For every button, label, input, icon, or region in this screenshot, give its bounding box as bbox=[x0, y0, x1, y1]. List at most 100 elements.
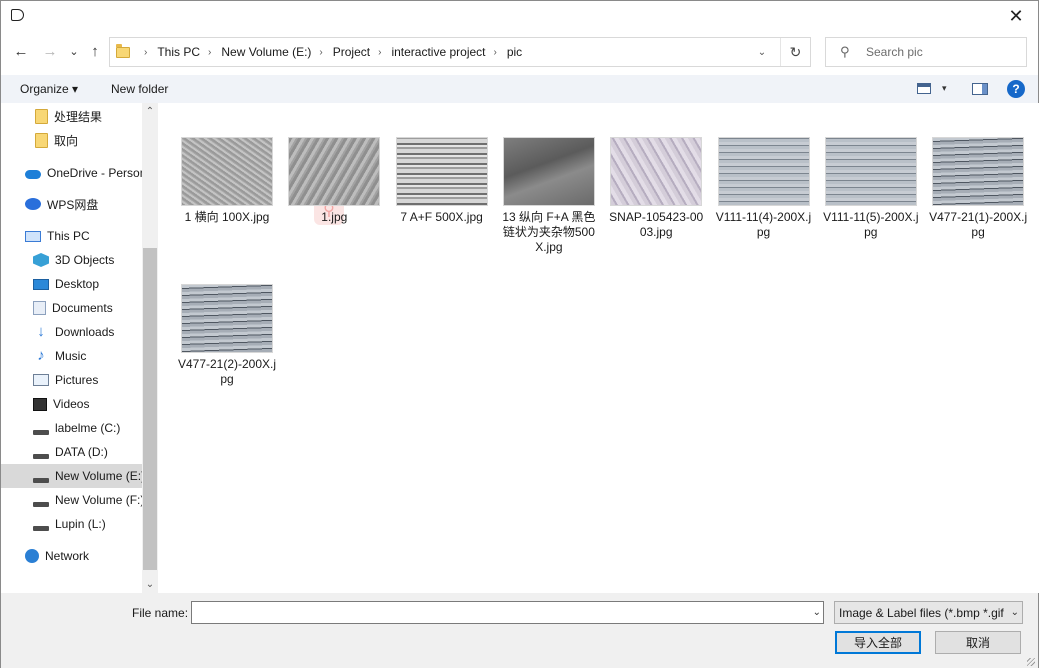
chevron-right-icon[interactable]: › bbox=[319, 47, 322, 58]
refresh-button[interactable]: ↻ bbox=[780, 38, 810, 66]
file-item[interactable]: V477-21(2)-200X.jpg bbox=[177, 284, 277, 387]
view-options-dropdown[interactable]: ▾ bbox=[942, 83, 947, 94]
sidebar-item-label: 取向 bbox=[54, 133, 79, 148]
sidebar-item-label: 处理结果 bbox=[54, 109, 103, 124]
sidebar-item[interactable]: DATA (D:) bbox=[1, 440, 142, 464]
file-type-dropdown-button[interactable]: ⌄ bbox=[1008, 607, 1019, 618]
sidebar-item[interactable]: OneDrive - Person bbox=[1, 161, 142, 185]
file-name-label: V477-21(1)-200X.jpg bbox=[929, 210, 1028, 239]
computer-icon bbox=[25, 230, 41, 242]
drive-icon bbox=[33, 429, 49, 435]
image-thumbnail bbox=[395, 137, 488, 206]
chevron-right-icon[interactable]: › bbox=[208, 47, 211, 58]
sidebar-item[interactable]: This PC bbox=[1, 224, 142, 248]
sidebar-item-label: New Volume (E:) bbox=[55, 469, 142, 483]
breadcrumb-item: › New Volume (E:) bbox=[200, 45, 311, 59]
file-item[interactable]: V111-11(4)-200X.jpg bbox=[714, 137, 814, 240]
file-name-dropdown-button[interactable]: ⌄ bbox=[813, 607, 821, 618]
breadcrumb-item: › pic bbox=[486, 45, 523, 59]
back-button[interactable]: ← bbox=[11, 41, 31, 61]
sidebar-item[interactable]: ↓ Downloads bbox=[1, 320, 142, 344]
breadcrumb-label[interactable]: New Volume (E:) bbox=[221, 45, 311, 59]
app-icon bbox=[11, 9, 24, 21]
file-item[interactable]: V477-21(1)-200X.jpg bbox=[928, 137, 1028, 240]
breadcrumb-label[interactable]: pic bbox=[507, 45, 522, 59]
file-name-label: 1.jpg bbox=[321, 210, 348, 224]
address-bar[interactable]: › This PC › New Volume (E:) › Project › interac… bbox=[109, 37, 811, 67]
drive-icon bbox=[33, 453, 49, 459]
sidebar-item[interactable]: Lupin (L:) bbox=[1, 512, 142, 536]
scroll-up-button[interactable]: ⌃ bbox=[142, 103, 158, 120]
close-button[interactable]: ✕ bbox=[994, 1, 1038, 31]
forward-button[interactable]: → bbox=[40, 41, 60, 61]
sidebar-item[interactable]: Desktop bbox=[1, 272, 142, 296]
help-icon[interactable]: ? bbox=[1007, 80, 1025, 98]
file-item[interactable]: 1 横向 100X.jpg bbox=[177, 137, 277, 225]
cancel-button[interactable]: 取消 bbox=[935, 631, 1021, 654]
organize-button[interactable]: Organize ▾ bbox=[20, 82, 78, 96]
up-button[interactable]: ↑ bbox=[85, 41, 105, 61]
sidebar-item-label: 3D Objects bbox=[55, 253, 115, 267]
sidebar-item[interactable]: Network bbox=[1, 544, 142, 568]
scroll-thumb[interactable] bbox=[143, 248, 157, 570]
navigation-scrollbar[interactable]: ⌃ ⌄ bbox=[142, 103, 158, 593]
drive-icon bbox=[33, 501, 49, 507]
download-icon: ↓ bbox=[37, 323, 45, 340]
file-name-input[interactable] bbox=[192, 602, 792, 623]
breadcrumb-label[interactable]: Project bbox=[333, 45, 370, 59]
search-box[interactable]: ⚲ bbox=[825, 37, 1027, 67]
sidebar-item-label: Desktop bbox=[55, 277, 100, 291]
file-type-filter[interactable]: Image & Label files (*.bmp *.gif ⌄ bbox=[834, 601, 1023, 624]
file-item[interactable]: 7 A+F 500X.jpg bbox=[392, 137, 492, 225]
sidebar-item-label: Music bbox=[55, 349, 87, 363]
sidebar-item[interactable]: ♪ Music bbox=[1, 344, 142, 368]
wps-cloud-icon bbox=[25, 198, 41, 210]
chevron-right-icon[interactable]: › bbox=[378, 47, 381, 58]
sidebar-item[interactable]: 3D Objects bbox=[1, 248, 142, 272]
scroll-down-button[interactable]: ⌄ bbox=[142, 576, 158, 593]
image-thumbnail bbox=[610, 137, 703, 206]
new-folder-button[interactable]: New folder bbox=[111, 82, 168, 96]
sidebar-item[interactable]: New Volume (F:) bbox=[1, 488, 142, 512]
network-icon bbox=[25, 549, 39, 563]
search-input[interactable] bbox=[866, 45, 1016, 59]
file-name-label: V111-11(5)-200X.jpg bbox=[823, 210, 919, 239]
dialog-footer: File name: ⌄ Image & Label files (*.bmp … bbox=[1, 593, 1038, 668]
breadcrumb: › This PC › New Volume (E:) › Project › interac… bbox=[136, 45, 522, 59]
file-item[interactable]: V111-11(5)-200X.jpg bbox=[821, 137, 921, 240]
navigation-pane: 处理结果取向 OneDrive - Person WPS网盘 This PC 3D Ob… bbox=[1, 103, 158, 593]
breadcrumb-label[interactable]: interactive project bbox=[391, 45, 485, 59]
command-bar: Organize ▾ New folder ▾ ? bbox=[1, 75, 1038, 103]
change-view-icon[interactable] bbox=[917, 83, 931, 94]
sidebar-item[interactable]: Documents bbox=[1, 296, 142, 320]
address-dropdown-button[interactable]: ⌄ bbox=[750, 38, 774, 66]
pictures-icon bbox=[33, 374, 49, 386]
sidebar-item-label: Pictures bbox=[55, 373, 99, 387]
chevron-right-icon[interactable]: › bbox=[494, 47, 497, 58]
recent-locations-button[interactable]: ⌄ bbox=[64, 41, 84, 61]
file-name-label: 7 A+F 500X.jpg bbox=[400, 210, 483, 224]
file-item[interactable]: 1.jpg bbox=[284, 137, 384, 225]
sidebar-item[interactable]: New Volume (E:) bbox=[1, 464, 142, 488]
file-name-label: 13 纵向 F+A 黑色链状为夹杂物500X.jpg bbox=[502, 210, 596, 254]
file-type-filter-label: Image & Label files (*.bmp *.gif bbox=[839, 605, 1004, 620]
file-item[interactable]: SNAP-105423-0003.jpg bbox=[606, 137, 706, 240]
sidebar-item[interactable]: Videos bbox=[1, 392, 142, 416]
sidebar-item[interactable]: WPS网盘 bbox=[1, 192, 142, 216]
sidebar-item[interactable]: Pictures bbox=[1, 368, 142, 392]
open-button[interactable]: 导入全部 bbox=[835, 631, 921, 654]
sidebar-item[interactable]: 取向 bbox=[1, 128, 142, 152]
file-name-label: V477-21(2)-200X.jpg bbox=[177, 357, 277, 386]
sidebar-item[interactable]: 处理结果 bbox=[1, 104, 142, 128]
cube-icon bbox=[33, 253, 49, 267]
sidebar-item-label: Lupin (L:) bbox=[55, 517, 106, 531]
drive-icon bbox=[33, 477, 49, 483]
file-name-combobox[interactable]: ⌄ bbox=[191, 601, 824, 624]
sidebar-item-label: This PC bbox=[47, 229, 90, 243]
resize-grip[interactable] bbox=[1027, 658, 1035, 666]
sidebar-item[interactable]: labelme (C:) bbox=[1, 416, 142, 440]
preview-pane-icon[interactable] bbox=[972, 83, 988, 95]
file-item[interactable]: 13 纵向 F+A 黑色链状为夹杂物500X.jpg bbox=[499, 137, 599, 255]
chevron-right-icon[interactable]: › bbox=[144, 47, 147, 58]
breadcrumb-label[interactable]: This PC bbox=[157, 45, 200, 59]
